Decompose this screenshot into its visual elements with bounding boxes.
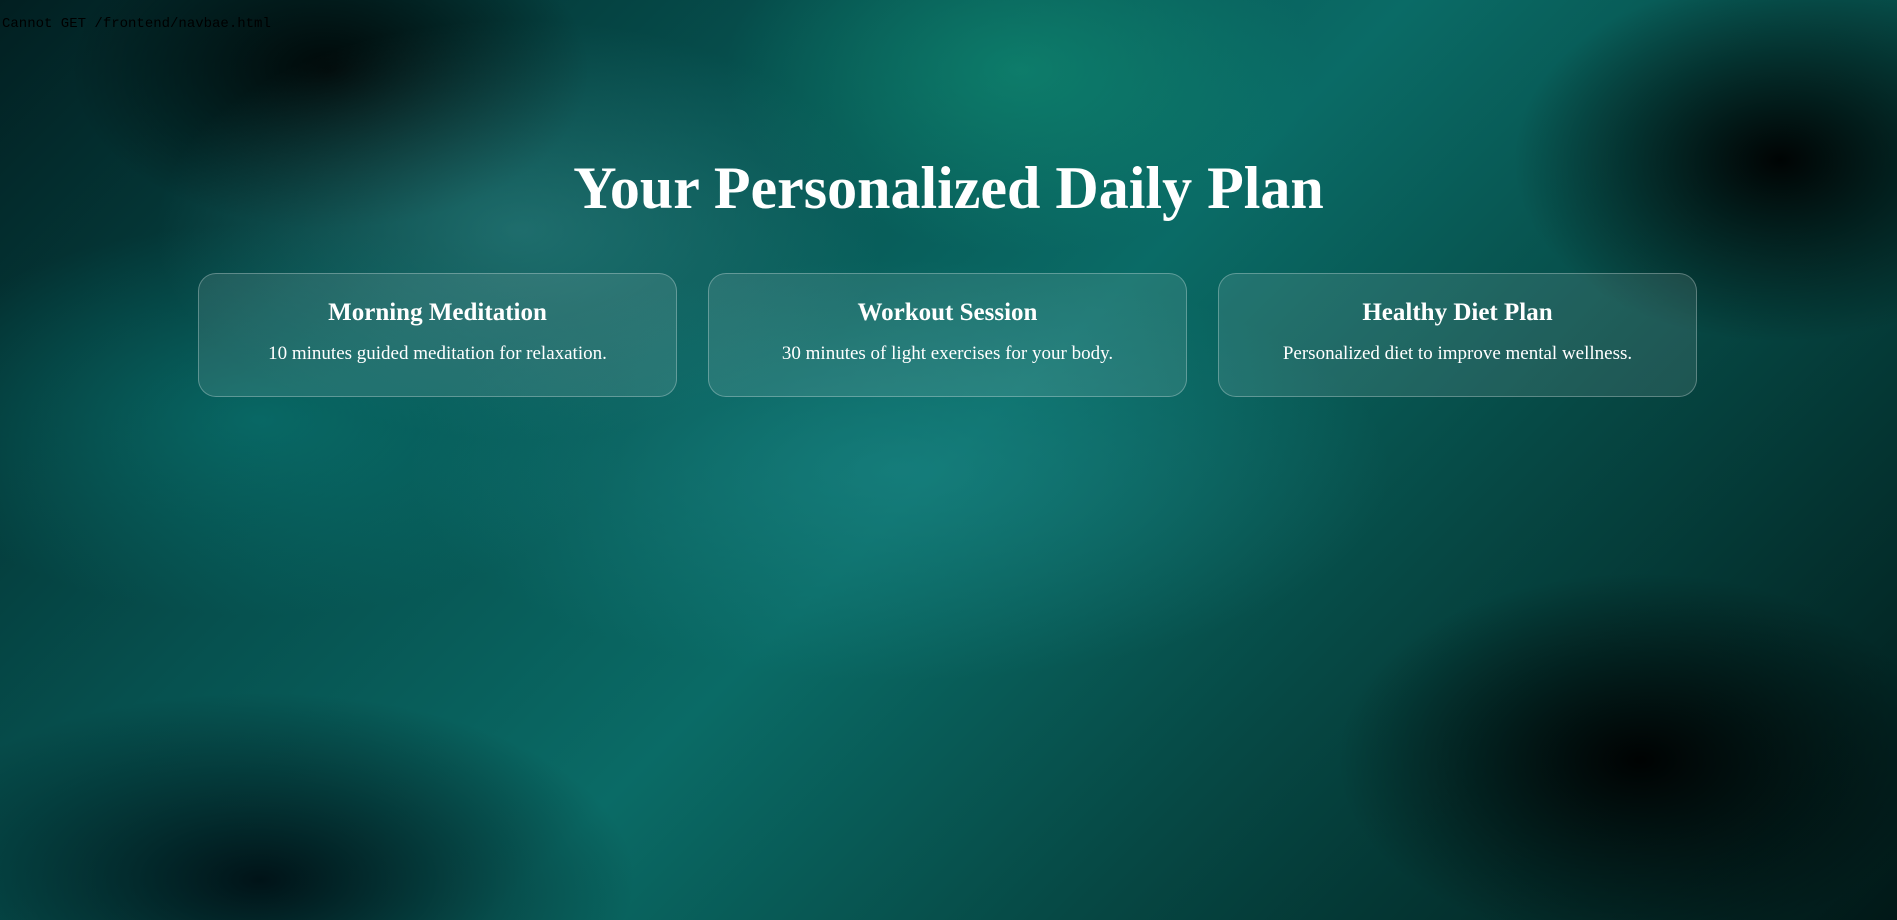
card-description: 30 minutes of light exercises for your b…	[781, 343, 1114, 364]
plan-cards: Morning Meditation 10 minutes guided med…	[198, 273, 1697, 397]
card-title: Workout Session	[857, 299, 1038, 326]
error-message: Cannot GET /frontend/navbae.html	[2, 16, 271, 32]
plan-card-morning-meditation: Morning Meditation 10 minutes guided med…	[198, 273, 677, 397]
card-title: Healthy Diet Plan	[1362, 299, 1553, 326]
plan-card-workout-session: Workout Session 30 minutes of light exer…	[708, 273, 1187, 397]
page-title: Your Personalized Daily Plan	[573, 155, 1324, 221]
card-description: Personalized diet to improve mental well…	[1282, 343, 1633, 364]
card-description: 10 minutes guided meditation for relaxat…	[268, 343, 607, 364]
plan-card-healthy-diet-plan: Healthy Diet Plan Personalized diet to i…	[1218, 273, 1697, 397]
card-title: Morning Meditation	[328, 299, 547, 326]
